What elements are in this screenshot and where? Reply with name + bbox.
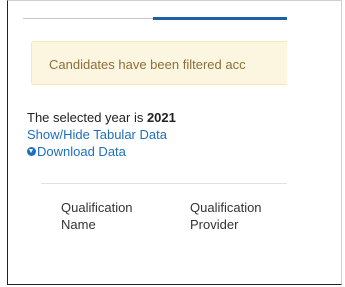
download-data-label: Download Data [37,144,126,159]
selected-year-prefix: The selected year is [27,110,147,125]
tab-active-underline[interactable] [153,17,287,20]
toggle-tabular-data-link[interactable]: Show/Hide Tabular Data [27,127,167,142]
column-header-line: Name [61,217,96,232]
table-top-divider [41,183,287,184]
download-circle-icon [27,147,36,156]
filter-alert-text: Candidates have been filtered acc [49,57,246,72]
tab-bar [23,17,287,20]
column-header-line: Provider [190,217,239,232]
column-header-line: Qualification [190,200,262,215]
tab-inactive-underline[interactable] [23,18,153,19]
filter-alert: Candidates have been filtered acc [31,41,287,85]
column-header-qualification-provider[interactable]: Qualification Provider [190,199,287,233]
column-header-line: Qualification [61,200,133,215]
selected-year-value: 2021 [146,110,176,125]
download-data-link[interactable]: Download Data [27,144,126,159]
selected-year-text: The selected year is 2021 [27,110,176,125]
column-header-qualification-name[interactable]: Qualification Name [61,199,171,233]
